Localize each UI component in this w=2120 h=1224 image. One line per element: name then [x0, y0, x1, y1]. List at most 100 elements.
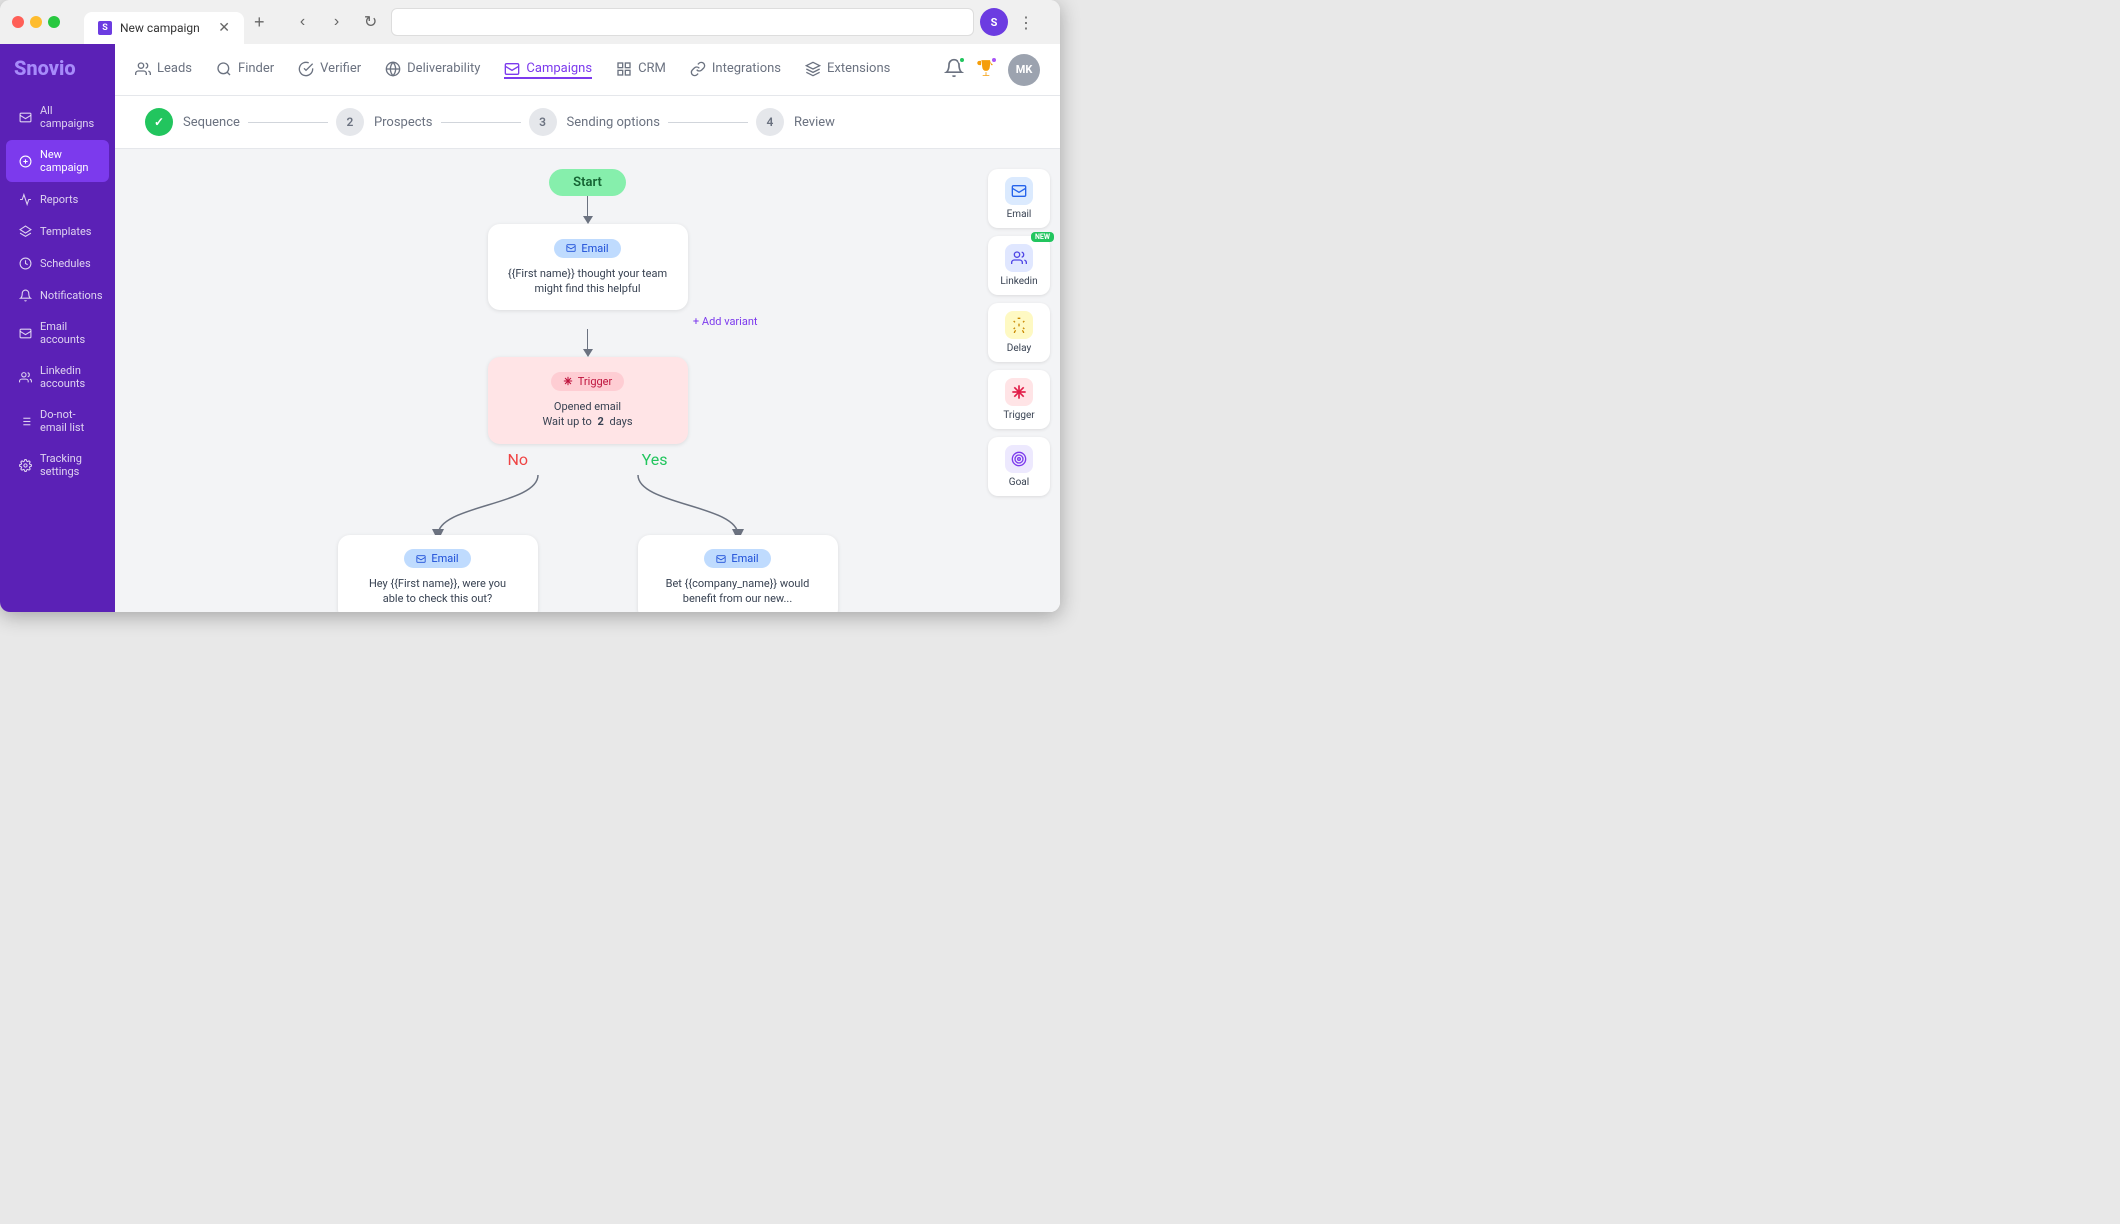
- nav-item-crm[interactable]: CRM: [616, 61, 666, 79]
- sidebar-item-label: New campaign: [40, 148, 97, 174]
- email-badge-1: Email: [554, 239, 620, 258]
- step-prospects[interactable]: 2 Prospects: [336, 108, 433, 136]
- email-node-3-branch: Email Bet {{company_name}} would benefit…: [638, 535, 838, 612]
- sidebar-item-all-campaigns[interactable]: All campaigns: [6, 96, 109, 138]
- nav-item-integrations[interactable]: Integrations: [690, 61, 781, 79]
- step-label-prospects: Prospects: [374, 115, 433, 130]
- campaigns-icon: [504, 61, 520, 77]
- sidebar-item-new-campaign[interactable]: New campaign: [6, 140, 109, 182]
- sidebar-item-label: Do-not-email list: [40, 408, 97, 434]
- tab-favicon: S: [98, 21, 112, 35]
- rt-email-button[interactable]: Email: [988, 169, 1050, 228]
- sidebar-navigation: All campaigns New campaign Reports: [0, 96, 115, 486]
- rt-trigger-button[interactable]: Trigger: [988, 370, 1050, 429]
- back-button[interactable]: ‹: [289, 8, 317, 36]
- nav-item-label: Extensions: [827, 61, 890, 76]
- nav-item-label: Finder: [238, 61, 274, 76]
- rt-delay-button[interactable]: Delay: [988, 303, 1050, 362]
- list-icon: [18, 414, 32, 428]
- step-line-3: [668, 122, 748, 123]
- achievement-button[interactable]: [976, 58, 996, 82]
- top-nav-right: MK: [944, 54, 1040, 86]
- browser-menu-button[interactable]: ⋮: [1014, 9, 1038, 36]
- rt-email-icon: [1005, 177, 1033, 205]
- email-node-1[interactable]: Email {{First name}} thought your team m…: [488, 224, 688, 310]
- sidebar-item-notifications[interactable]: Notifications: [6, 280, 109, 310]
- add-variant-1[interactable]: + Add variant: [693, 310, 758, 329]
- nav-item-campaigns[interactable]: Campaigns: [504, 61, 592, 79]
- sidebar-item-label: Email accounts: [40, 320, 97, 346]
- rt-goal-label: Goal: [1009, 477, 1029, 488]
- asterisk-icon: [563, 376, 573, 386]
- sidebar-item-schedules[interactable]: Schedules: [6, 248, 109, 278]
- sidebar-item-label: Reports: [40, 193, 78, 206]
- sidebar-item-do-not-email[interactable]: Do-not-email list: [6, 400, 109, 442]
- branch-nodes: Email Hey {{First name}}, were you able …: [338, 535, 838, 612]
- step-review[interactable]: 4 Review: [756, 108, 835, 136]
- email-node-2[interactable]: Email Hey {{First name}}, were you able …: [338, 535, 538, 612]
- deliverability-icon: [385, 61, 401, 77]
- rt-linkedin-button[interactable]: NEW Linkedin: [988, 236, 1050, 295]
- step-circle-review: 4: [756, 108, 784, 136]
- top-navigation: Leads Finder Verifier Deliverability Cam: [115, 44, 1060, 96]
- new-tab-button[interactable]: +: [248, 12, 271, 33]
- mail-small-icon-3: [716, 554, 726, 564]
- close-button[interactable]: [12, 16, 24, 28]
- rt-goal-button[interactable]: Goal: [988, 437, 1050, 496]
- achievement-dot: [990, 56, 998, 64]
- step-circle-sending: 3: [529, 108, 557, 136]
- minimize-button[interactable]: [30, 16, 42, 28]
- crm-icon: [616, 61, 632, 77]
- nav-item-extensions[interactable]: Extensions: [805, 61, 890, 79]
- browser-user-icon: S: [980, 8, 1008, 36]
- trigger-badge: Trigger: [551, 372, 624, 391]
- rt-trigger-label: Trigger: [1003, 410, 1034, 421]
- trigger-node[interactable]: Trigger Opened email Wait up to 2 days: [488, 357, 688, 443]
- sidebar-item-tracking-settings[interactable]: Tracking settings: [6, 444, 109, 486]
- browser-tab[interactable]: S New campaign ✕: [84, 12, 244, 44]
- branch-labels: No Yes: [488, 444, 688, 475]
- sidebar-logo: Snovio: [0, 56, 115, 96]
- rt-new-badge: NEW: [1031, 232, 1054, 242]
- address-bar[interactable]: [391, 8, 974, 36]
- sidebar-item-email-accounts[interactable]: Email accounts: [6, 312, 109, 354]
- nav-item-deliverability[interactable]: Deliverability: [385, 61, 480, 79]
- step-line-1: [248, 122, 328, 123]
- sidebar-item-linkedin-accounts[interactable]: Linkedin accounts: [6, 356, 109, 398]
- rt-linkedin-label: Linkedin: [1000, 276, 1037, 287]
- trigger-line1: Opened email: [508, 399, 668, 414]
- trigger-line2: Wait up to 2 days: [508, 414, 668, 429]
- email-node-3[interactable]: Email Bet {{company_name}} would benefit…: [638, 535, 838, 612]
- step-label-sequence: Sequence: [183, 115, 240, 130]
- email-badge-2: Email: [404, 549, 470, 568]
- nav-bar: ‹ › ↻ S ⋮: [279, 2, 1048, 42]
- step-sequence[interactable]: ✓ Sequence: [145, 108, 240, 136]
- forward-button[interactable]: ›: [323, 8, 351, 36]
- nav-item-leads[interactable]: Leads: [135, 61, 192, 79]
- start-node[interactable]: Start: [549, 169, 626, 196]
- nav-item-finder[interactable]: Finder: [216, 61, 274, 79]
- rt-email-label: Email: [1007, 209, 1032, 220]
- email-badge-3: Email: [704, 549, 770, 568]
- sidebar-item-label: Linkedin accounts: [40, 364, 97, 390]
- step-sending-options[interactable]: 3 Sending options: [529, 108, 660, 136]
- right-toolbar: Email NEW Linkedin Delay: [988, 169, 1050, 496]
- notifications-button[interactable]: [944, 58, 964, 82]
- rt-linkedin-icon: [1005, 244, 1033, 272]
- sidebar-item-templates[interactable]: Templates: [6, 216, 109, 246]
- maximize-button[interactable]: [48, 16, 60, 28]
- tab-close-button[interactable]: ✕: [218, 20, 230, 36]
- browser-window: S New campaign ✕ + ‹ › ↻ S ⋮ Snovio: [0, 0, 1060, 612]
- arrow-start-to-email: [583, 196, 593, 224]
- user-avatar[interactable]: MK: [1008, 54, 1040, 86]
- sidebar-item-reports[interactable]: Reports: [6, 184, 109, 214]
- refresh-button[interactable]: ↻: [357, 8, 385, 36]
- plus-circle-icon: [18, 154, 32, 168]
- nav-item-verifier[interactable]: Verifier: [298, 61, 361, 79]
- mail-icon: [18, 326, 32, 340]
- arrow-email-to-trigger: [583, 329, 593, 357]
- inbox-icon: [18, 110, 32, 124]
- nav-item-label: Integrations: [712, 61, 781, 76]
- flow-canvas: Start Email {{First name}} thought your: [115, 149, 1060, 612]
- browser-tabs: S New campaign ✕ +: [84, 0, 271, 44]
